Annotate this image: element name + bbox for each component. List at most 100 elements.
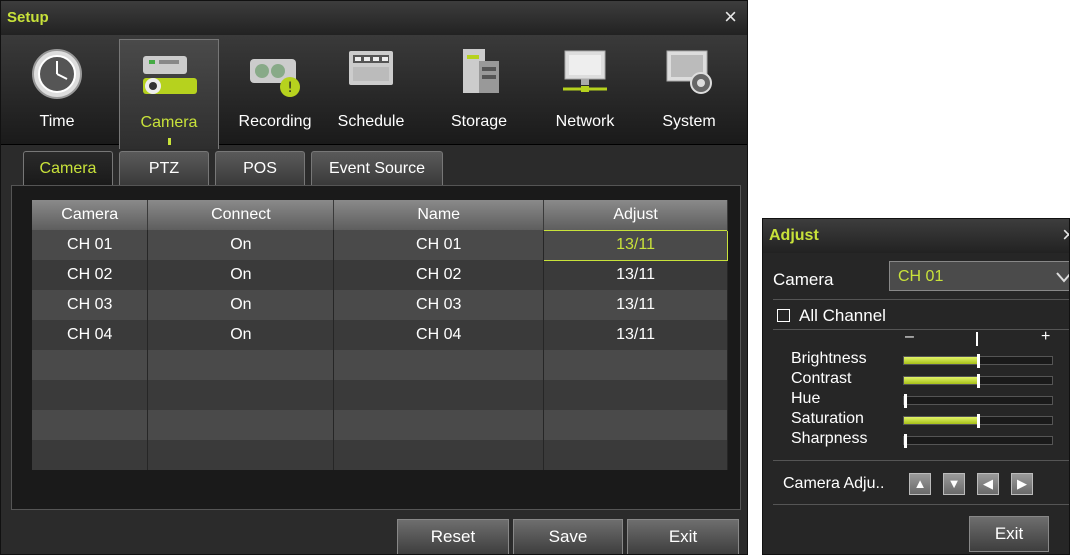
cell-name[interactable]: CH 03	[333, 290, 545, 320]
slider-track[interactable]	[903, 434, 1053, 448]
all-channel-row: All Channel	[773, 299, 1069, 325]
arrow-left-button[interactable]: ◀	[977, 473, 999, 495]
slider-track[interactable]	[903, 414, 1053, 428]
cell-adjust[interactable]: 13/11	[543, 229, 728, 261]
toolbar-label: System	[662, 113, 716, 130]
camera-label: Camera	[773, 270, 834, 289]
empty-row	[32, 350, 728, 380]
toolbar-item-storage[interactable]: Storage	[429, 39, 529, 141]
slider-hue: Hue	[773, 390, 1069, 412]
arrow-down-button[interactable]: ▼	[943, 473, 965, 495]
empty-row	[32, 440, 728, 470]
toolbar-item-network[interactable]: Network	[535, 39, 635, 141]
slider-track[interactable]	[903, 394, 1053, 408]
schedule-icon	[343, 47, 399, 106]
cell-name[interactable]: CH 02	[333, 260, 545, 290]
slider-label: Brightness	[791, 350, 867, 367]
cell-name[interactable]: CH 04	[333, 320, 545, 350]
slider-contrast: Contrast	[773, 370, 1069, 392]
cell-connect[interactable]: On	[147, 320, 335, 350]
all-channel-label: All Channel	[799, 306, 886, 325]
camera-adjust-row: Camera Adju.. ▲ ▼ ◀ ▶	[773, 465, 1069, 505]
reset-button[interactable]: Reset	[397, 519, 509, 554]
toolbar-item-recording[interactable]: ! Recording	[225, 39, 325, 141]
arrow-up-button[interactable]: ▲	[909, 473, 931, 495]
camera-panel: Camera Connect Name Adjust CH 01 On CH 0…	[11, 185, 741, 510]
toolbar-item-system[interactable]: System	[639, 39, 739, 141]
slider-thumb[interactable]	[904, 434, 907, 448]
cell-adjust[interactable]: 13/11	[543, 320, 728, 350]
slider-thumb[interactable]	[977, 374, 980, 388]
slider-fill	[904, 417, 978, 424]
toolbar-label: Network	[555, 113, 615, 130]
slider-thumb[interactable]	[904, 394, 907, 408]
toolbar-label: Storage	[450, 113, 508, 130]
image-sliders: – + Brightness Contrast Hue Saturation S…	[773, 328, 1069, 461]
clock-icon	[30, 47, 84, 106]
slider-thumb[interactable]	[977, 354, 980, 368]
storage-icon	[451, 47, 507, 106]
column-header-camera[interactable]: Camera	[32, 200, 149, 230]
tab-event-source[interactable]: Event Source	[311, 151, 443, 185]
adjust-title: Adjust	[769, 227, 819, 244]
adjust-dialog: Adjust × Camera CH 01 All Channel – + Br…	[762, 218, 1070, 555]
cell-connect[interactable]: On	[147, 290, 335, 320]
tab-ptz[interactable]: PTZ	[119, 151, 209, 185]
table-row[interactable]: CH 02 On CH 02 13/11	[32, 260, 728, 290]
camera-select[interactable]: CH 01	[889, 261, 1069, 291]
exit-button[interactable]: Exit	[627, 519, 739, 554]
minus-label: –	[905, 328, 914, 345]
column-header-connect[interactable]: Connect	[147, 200, 335, 230]
column-header-name[interactable]: Name	[333, 200, 545, 230]
setup-titlebar: Setup ×	[1, 1, 747, 35]
cell-adjust[interactable]: 13/11	[543, 260, 728, 290]
cell-name[interactable]: CH 01	[333, 230, 545, 260]
adjust-exit-button[interactable]: Exit	[969, 516, 1049, 552]
cell-adjust[interactable]: 13/11	[543, 290, 728, 320]
slider-scale: – +	[773, 328, 1069, 348]
camera-table: Camera Connect Name Adjust CH 01 On CH 0…	[32, 200, 728, 470]
setup-window: Setup × Time Camera ! Recording Schedule…	[0, 0, 748, 555]
slider-track[interactable]	[903, 354, 1053, 368]
slider-label: Hue	[791, 390, 821, 407]
column-header-adjust[interactable]: Adjust	[543, 200, 728, 230]
slider-fill	[904, 357, 978, 364]
slider-label: Saturation	[791, 410, 864, 427]
active-marker	[168, 138, 171, 145]
cell-camera: CH 01	[32, 230, 149, 260]
chevron-down-icon	[1056, 266, 1069, 289]
cell-connect[interactable]: On	[147, 230, 335, 260]
camera-adjust-label: Camera Adju..	[783, 475, 885, 492]
slider-saturation: Saturation	[773, 410, 1069, 432]
tab-pos[interactable]: POS	[215, 151, 305, 185]
toolbar-item-time[interactable]: Time	[7, 39, 107, 141]
table-row[interactable]: CH 04 On CH 04 13/11	[32, 320, 728, 350]
toolbar-label: Camera	[140, 114, 198, 131]
toolbar-item-schedule[interactable]: Schedule	[321, 39, 421, 141]
toolbar-label: Recording	[238, 113, 312, 130]
setup-toolbar: Time Camera ! Recording Schedule Storage…	[1, 35, 747, 149]
camera-select-value: CH 01	[898, 268, 944, 285]
table-header-row: Camera Connect Name Adjust	[32, 200, 728, 230]
slider-thumb[interactable]	[977, 414, 980, 428]
toolbar-label: Time	[39, 113, 75, 130]
all-channel-checkbox[interactable]	[777, 309, 790, 322]
cell-camera: CH 02	[32, 260, 149, 290]
center-tick	[976, 332, 978, 346]
arrow-right-button[interactable]: ▶	[1011, 473, 1033, 495]
empty-row	[32, 380, 728, 410]
save-button[interactable]: Save	[513, 519, 623, 554]
close-icon[interactable]: ×	[1062, 223, 1069, 247]
system-icon	[661, 47, 717, 106]
cell-connect[interactable]: On	[147, 260, 335, 290]
slider-label: Contrast	[791, 370, 852, 387]
slider-track[interactable]	[903, 374, 1053, 388]
slider-fill	[904, 377, 978, 384]
tab-camera[interactable]: Camera	[23, 151, 113, 185]
table-row[interactable]: CH 03 On CH 03 13/11	[32, 290, 728, 320]
svg-text:!: !	[287, 80, 293, 96]
table-row[interactable]: CH 01 On CH 01 13/11	[32, 229, 728, 261]
toolbar-item-camera[interactable]: Camera	[119, 39, 219, 149]
empty-row	[32, 410, 728, 440]
close-icon[interactable]: ×	[724, 5, 737, 29]
